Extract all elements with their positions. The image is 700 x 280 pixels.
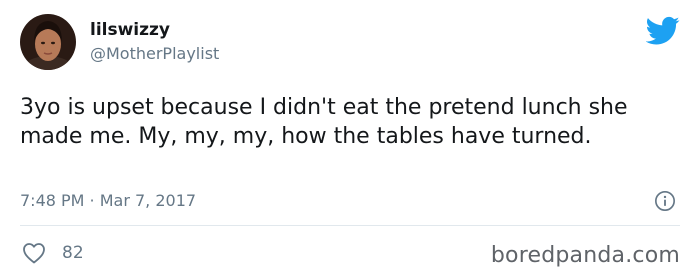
user-info: lilswizzy @MotherPlaylist [90,20,219,64]
display-name[interactable]: lilswizzy [90,20,219,40]
avatar[interactable] [20,14,76,70]
tweet-meta: 7:48 PM · Mar 7, 2017 [20,190,680,212]
tweet-card: lilswizzy @MotherPlaylist 3yo is upset b… [0,0,700,280]
divider [20,225,680,226]
watermark: boredpanda.com [490,243,680,268]
tweet-timestamp[interactable]: 7:48 PM · Mar 7, 2017 [20,191,196,210]
user-handle[interactable]: @MotherPlaylist [90,44,219,64]
avatar-image [20,14,76,70]
tweet-text: 3yo is upset because I didn't eat the pr… [20,95,628,149]
info-icon[interactable] [654,190,676,212]
like-action[interactable]: 82 [22,240,84,266]
heart-icon[interactable] [22,242,46,264]
twitter-bird-icon[interactable] [646,16,680,46]
like-count: 82 [62,243,84,263]
